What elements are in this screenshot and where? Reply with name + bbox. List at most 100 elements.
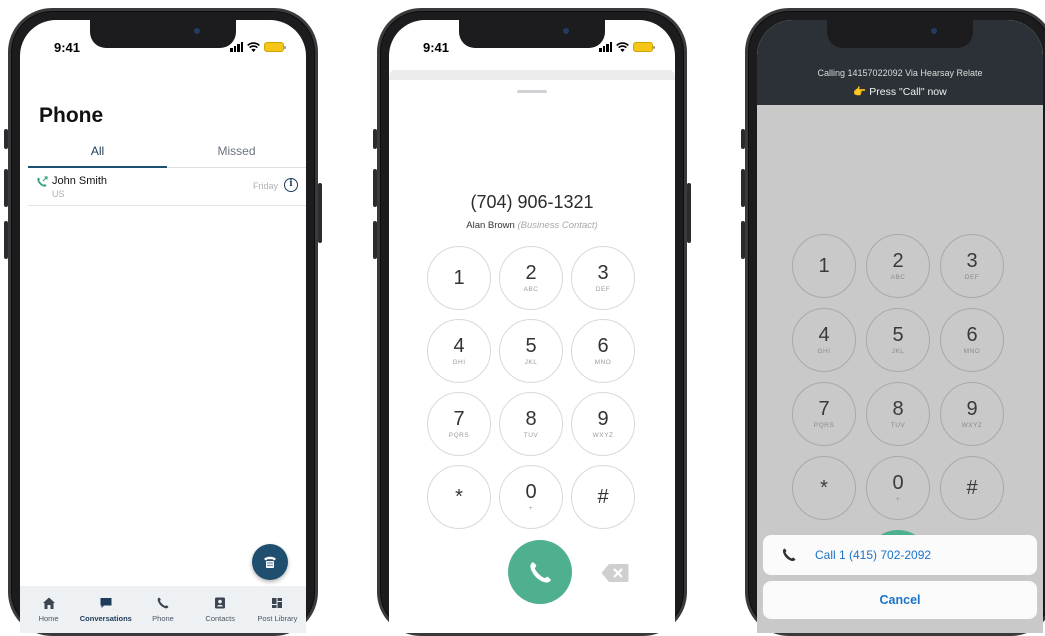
key-0[interactable]: 0 + [499, 465, 563, 529]
battery-icon [633, 42, 655, 52]
key-digit: 9 [597, 408, 609, 430]
key-4[interactable]: 4 GHI [792, 308, 856, 372]
sheet-grabber[interactable] [517, 90, 547, 93]
screen-call-confirm: Calling 14157022092 Via Hearsay Relate 👉… [757, 20, 1043, 633]
call-day: Friday [252, 181, 278, 191]
key-star[interactable]: * [427, 465, 491, 529]
key-digit: # [597, 486, 609, 508]
key-hash[interactable]: # [940, 456, 1004, 520]
key-2[interactable]: 2 ABC [866, 234, 930, 298]
contact-region: US [52, 189, 65, 199]
nav-label: Phone [152, 614, 174, 623]
key-digit: 4 [453, 335, 465, 357]
key-letters: + [895, 496, 901, 503]
key-digit: # [966, 477, 978, 499]
key-letters: TUV [890, 422, 906, 429]
dialpad-button[interactable] [252, 544, 288, 580]
key-digit: 8 [525, 408, 537, 430]
key-5[interactable]: 5 JKL [499, 319, 563, 383]
call-filter-tabs: All Missed [28, 138, 306, 168]
key-8[interactable]: 8 TUV [866, 382, 930, 446]
key-letters: ABC [523, 286, 539, 293]
key-digit: 5 [525, 335, 537, 357]
key-letters: ABC [890, 274, 906, 281]
phone-icon [157, 597, 169, 609]
sheet-backdrop [389, 70, 675, 80]
press-call-hint: 👉 Press "Call" now [853, 86, 947, 98]
key-0[interactable]: 0 + [866, 456, 930, 520]
contact-name: John Smith [52, 175, 108, 187]
backspace-icon[interactable] [601, 563, 629, 583]
key-letters: WXYZ [592, 432, 614, 439]
nav-label: Conversations [79, 614, 132, 623]
key-letters: MNO [594, 359, 612, 366]
key-2[interactable]: 2 ABC [499, 246, 563, 310]
key-4[interactable]: 4 GHI [427, 319, 491, 383]
phone-frame-conversations: 9:41 Phone All Missed John Smith US Frid… [4, 8, 322, 636]
nav-label: Post Library [257, 614, 298, 623]
dialed-number: (704) 906-1321 [470, 192, 594, 212]
key-letters: JKL [891, 348, 905, 355]
key-letters: JKL [524, 359, 538, 366]
key-digit: 2 [892, 250, 904, 272]
key-6[interactable]: 6 MNO [940, 308, 1004, 372]
key-letters: GHI [817, 348, 831, 355]
contact-type: (Business Contact) [517, 220, 598, 231]
key-letters: PQRS [813, 422, 835, 429]
phone-icon [530, 562, 551, 583]
key-1[interactable]: 1 [427, 246, 491, 310]
nav-contacts[interactable]: Contacts [192, 586, 249, 633]
key-5[interactable]: 5 JKL [866, 308, 930, 372]
contacts-icon [215, 597, 226, 609]
key-digit: 0 [525, 481, 537, 503]
screen-dialer: 9:41 (704) 906-1321 Alan Brown (Business… [389, 20, 675, 633]
nav-conversations[interactable]: Conversations [77, 586, 134, 633]
key-digit: 1 [453, 267, 465, 289]
key-letters: DEF [964, 274, 980, 281]
key-digit: 6 [597, 335, 609, 357]
nav-post-library[interactable]: Post Library [249, 586, 306, 633]
key-9[interactable]: 9 WXYZ [940, 382, 1004, 446]
key-digit: 6 [966, 324, 978, 346]
nav-phone[interactable]: Phone [134, 586, 191, 633]
info-icon[interactable]: i [284, 178, 298, 192]
key-digit: 7 [453, 408, 465, 430]
call-number-option[interactable]: Call 1 (415) 702-2092 [763, 535, 1037, 575]
key-8[interactable]: 8 TUV [499, 392, 563, 456]
outgoing-call-icon [37, 176, 48, 187]
key-digit: 0 [892, 472, 904, 494]
key-3[interactable]: 3 DEF [940, 234, 1004, 298]
key-digit: * [455, 486, 463, 508]
contact-line: Alan Brown (Business Contact) [389, 220, 675, 231]
key-star[interactable]: * [792, 456, 856, 520]
wifi-icon [247, 42, 260, 52]
key-3[interactable]: 3 DEF [571, 246, 635, 310]
tab-missed[interactable]: Missed [167, 138, 306, 167]
key-9[interactable]: 9 WXYZ [571, 392, 635, 456]
home-icon [42, 597, 55, 609]
key-7[interactable]: 7 PQRS [427, 392, 491, 456]
key-letters: PQRS [448, 432, 470, 439]
nav-home[interactable]: Home [20, 586, 77, 633]
cancel-button[interactable]: Cancel [763, 581, 1037, 619]
tab-all[interactable]: All [28, 138, 167, 168]
key-hash[interactable]: # [571, 465, 635, 529]
key-letters: WXYZ [961, 422, 983, 429]
call-button[interactable] [508, 540, 572, 604]
chat-icon [100, 598, 112, 608]
key-6[interactable]: 6 MNO [571, 319, 635, 383]
key-digit: 4 [818, 324, 830, 346]
key-7[interactable]: 7 PQRS [792, 382, 856, 446]
key-letters: TUV [523, 432, 539, 439]
contact-name: Alan Brown [466, 220, 515, 231]
key-1[interactable]: 1 [792, 234, 856, 298]
screen-call-log: 9:41 Phone All Missed John Smith US Frid… [20, 20, 306, 633]
key-letters: DEF [595, 286, 611, 293]
nav-label: Contacts [205, 614, 236, 623]
grid-icon [272, 598, 283, 608]
wifi-icon [616, 42, 629, 52]
call-number-label: Call 1 (415) 702-2092 [815, 548, 932, 562]
call-log-row[interactable]: John Smith US Friday i [28, 168, 306, 206]
key-digit: 2 [525, 262, 537, 284]
phone-icon [782, 548, 796, 562]
